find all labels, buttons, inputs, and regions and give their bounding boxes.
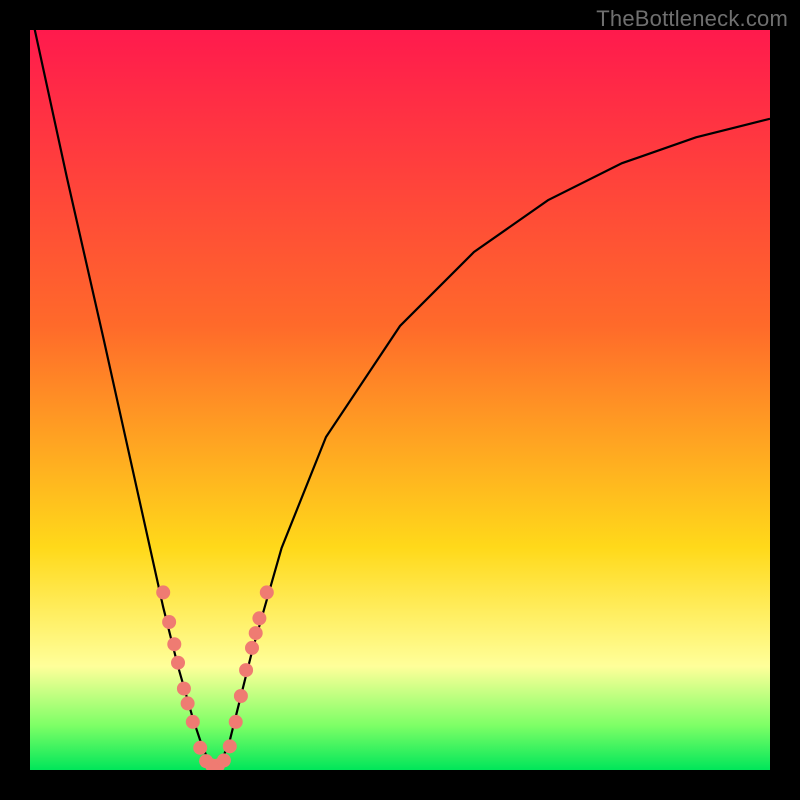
marker-group xyxy=(156,585,274,770)
watermark-text: TheBottleneck.com xyxy=(596,6,788,32)
data-marker xyxy=(171,656,185,670)
bottleneck-curve xyxy=(30,30,770,766)
data-marker xyxy=(167,637,181,651)
data-marker xyxy=(217,753,231,767)
data-marker xyxy=(223,739,237,753)
data-marker xyxy=(260,585,274,599)
data-marker xyxy=(177,682,191,696)
data-marker xyxy=(162,615,176,629)
data-marker xyxy=(186,715,200,729)
data-marker xyxy=(181,696,195,710)
data-marker xyxy=(156,585,170,599)
data-marker xyxy=(239,663,253,677)
data-marker xyxy=(229,715,243,729)
data-marker xyxy=(245,641,259,655)
data-marker xyxy=(234,689,248,703)
curve-layer xyxy=(30,30,770,770)
chart-frame: TheBottleneck.com xyxy=(0,0,800,800)
plot-area xyxy=(30,30,770,770)
data-marker xyxy=(193,741,207,755)
data-marker xyxy=(252,611,266,625)
data-marker xyxy=(249,626,263,640)
